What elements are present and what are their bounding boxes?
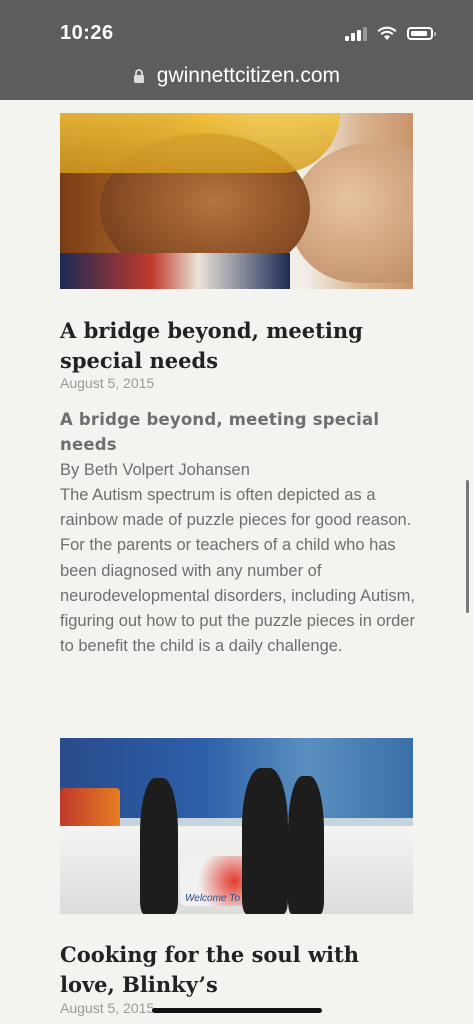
url-text: gwinnettcitizen.com xyxy=(156,64,341,87)
article-image-restaurant[interactable]: Welcome To B xyxy=(60,738,413,914)
article-date: August 5, 2015 xyxy=(60,375,155,391)
battery-icon xyxy=(407,27,436,40)
article-title-link[interactable]: Cooking for the soul with love, Blinky’s xyxy=(60,940,413,1000)
article-date: August 5, 2015 xyxy=(60,1000,155,1016)
restaurant-sign-text: Welcome To B xyxy=(185,893,250,904)
home-indicator[interactable] xyxy=(152,1008,322,1013)
lock-icon xyxy=(133,69,144,83)
signal-icon xyxy=(345,26,367,41)
article-image-boy[interactable] xyxy=(60,113,413,289)
article-subheading: A bridge beyond, meeting special needs xyxy=(60,410,380,454)
status-icons xyxy=(345,26,436,41)
article-byline: By Beth Volpert Johansen xyxy=(60,461,250,479)
address-bar[interactable]: gwinnettcitizen.com xyxy=(0,64,473,88)
scrollbar[interactable] xyxy=(466,480,469,613)
status-bar: 10:26 gwinnettcitizen.com xyxy=(0,0,473,100)
wifi-icon xyxy=(377,26,397,40)
article-excerpt: The Autism spectrum is often depicted as… xyxy=(60,486,415,656)
status-time: 10:26 xyxy=(60,22,114,44)
article-title-link[interactable]: A bridge beyond, meeting special needs xyxy=(60,316,413,376)
